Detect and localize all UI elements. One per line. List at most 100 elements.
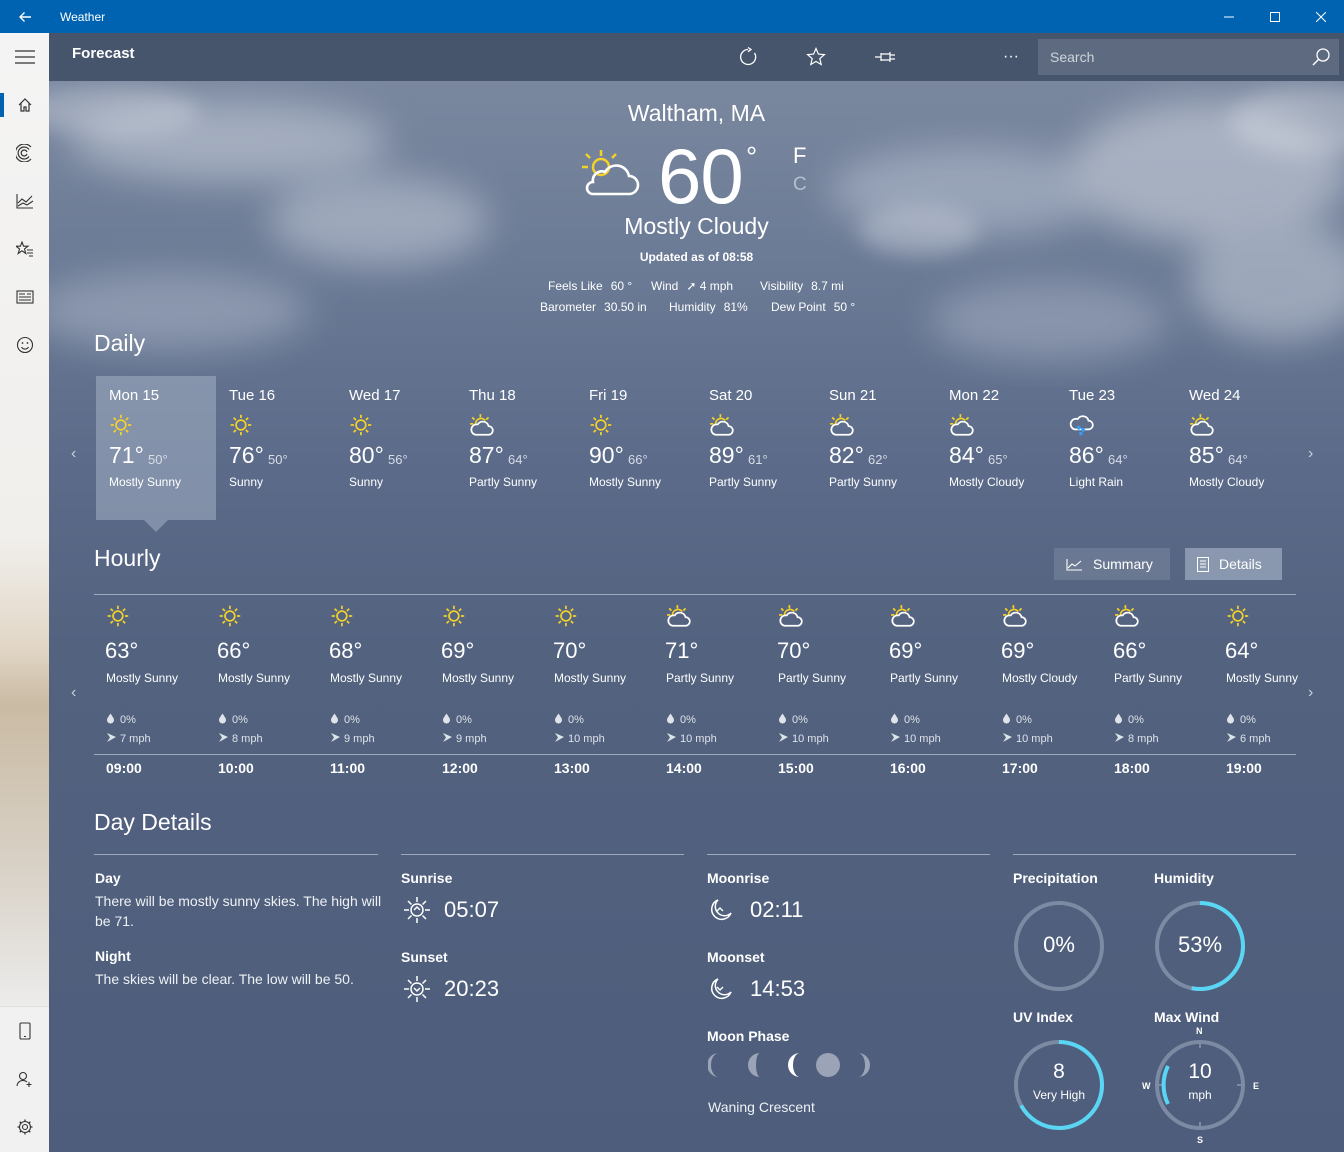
wind-arrow-icon (107, 733, 116, 742)
hour-wind: 8 mph (1128, 733, 1159, 745)
pin-button[interactable] (871, 43, 899, 71)
day-label: Day (95, 870, 121, 886)
humidity-label: Humidity (669, 300, 716, 314)
hamburger-button[interactable] (0, 33, 49, 81)
sunny-icon (219, 605, 241, 627)
raindrop-icon (555, 713, 562, 724)
news-icon (15, 290, 34, 304)
daily-card[interactable]: Mon 22 84° 65° Mostly Cloudy (936, 376, 1056, 520)
moon-phase-value: Waning Crescent (708, 1099, 815, 1115)
hour-time: 09:00 (106, 760, 142, 776)
daily-next-button[interactable]: › (1308, 445, 1313, 463)
nav-forecast[interactable] (0, 81, 49, 129)
day-details-title: Day Details (94, 809, 212, 835)
hour-temp: 70° (777, 638, 811, 663)
hour-temp: 70° (553, 638, 587, 663)
unit-fahrenheit[interactable]: F (793, 143, 806, 169)
day-low: 66° (628, 452, 648, 467)
hour-precipitation: 0% (232, 714, 248, 726)
daily-card[interactable]: Tue 23 86° 64° Light Rain (1056, 376, 1176, 520)
nav-phone[interactable] (0, 1007, 49, 1055)
daily-prev-button[interactable]: ‹ (71, 445, 76, 463)
unit-celsius[interactable]: C (793, 174, 807, 196)
main-content: Forecast ··· Search Waltham, MA 60 ° F C… (49, 33, 1344, 1152)
day-low: 64° (1108, 452, 1128, 467)
daily-card[interactable]: Fri 19 90° 66° Mostly Sunny (576, 376, 696, 520)
hourly-prev-button[interactable]: ‹ (71, 684, 76, 702)
day-low: 61° (748, 452, 768, 467)
daily-card[interactable]: Wed 24 85° 64° Mostly Cloudy (1176, 376, 1296, 520)
search-input[interactable]: Search (1050, 49, 1303, 65)
hour-temp: 66° (1113, 638, 1147, 663)
hour-temp: 68° (329, 638, 363, 663)
max-wind-unit: mph (1188, 1088, 1212, 1102)
visibility-value: 8.7 mi (811, 279, 844, 293)
close-button[interactable] (1298, 0, 1344, 33)
hour-condition: Partly Sunny (1114, 671, 1183, 685)
hour-temp: 64° (1225, 638, 1259, 663)
nav-maps[interactable] (0, 129, 49, 177)
daily-card[interactable]: Mon 15 71° 50° Mostly Sunny (96, 376, 216, 532)
summary-button[interactable]: Summary (1054, 548, 1170, 580)
raindrop-icon (891, 713, 898, 724)
hourly-top-divider (94, 594, 1296, 595)
day-condition: Mostly Cloudy (1189, 475, 1265, 489)
raindrop-icon (1115, 713, 1122, 724)
wind-arrow-icon (331, 733, 340, 742)
night-description: The skies will be clear. The low will be… (95, 971, 354, 987)
degree-symbol: ° (746, 141, 758, 172)
daily-card[interactable]: Tue 16 76° 50° Sunny (216, 376, 336, 520)
daily-card[interactable]: Sun 21 82° 62° Partly Sunny (816, 376, 936, 520)
close-icon (1316, 11, 1326, 22)
add-account-icon (15, 1071, 31, 1087)
back-button[interactable] (0, 0, 49, 33)
nav-places[interactable] (0, 225, 49, 273)
back-arrow-icon (18, 11, 31, 22)
day-name: Sun 21 (829, 387, 877, 404)
more-icon: ··· (1003, 48, 1019, 65)
minimize-button[interactable] (1206, 0, 1252, 33)
theme-button[interactable] (939, 43, 967, 71)
humidity-detail-value: 53% (1177, 932, 1223, 957)
maximize-button[interactable] (1252, 0, 1298, 33)
search-box[interactable]: Search (1038, 39, 1339, 75)
hour-temp: 69° (889, 638, 923, 663)
precipitation-value: 0% (1043, 932, 1075, 957)
sunny-icon (555, 605, 577, 627)
hour-wind: 10 mph (904, 733, 941, 745)
daily-card[interactable]: Wed 17 80° 56° Sunny (336, 376, 456, 520)
humidity: Humidity 81% (669, 300, 748, 314)
moonset-icon (711, 978, 732, 999)
hour-temp: 63° (105, 638, 139, 663)
hour-condition: Mostly Sunny (442, 671, 515, 685)
hour-time: 16:00 (890, 760, 926, 776)
hour-wind: 10 mph (1016, 733, 1053, 745)
details-label: Details (1219, 556, 1262, 572)
wind-arrow-icon (1115, 733, 1124, 742)
day-condition: Partly Sunny (829, 475, 898, 489)
refresh-button[interactable] (734, 43, 762, 71)
details-button[interactable]: Details (1185, 548, 1282, 580)
hamburger-icon (14, 50, 35, 64)
daily-card[interactable]: Thu 18 87° 64° Partly Sunny (456, 376, 576, 520)
nav-account[interactable] (0, 1055, 49, 1103)
nav-historical[interactable] (0, 177, 49, 225)
chart-line-icon (1066, 558, 1082, 571)
more-button[interactable]: ··· (997, 43, 1025, 71)
raindrop-icon (1003, 713, 1010, 724)
favorite-button[interactable] (802, 43, 830, 71)
sunny-icon (110, 414, 132, 436)
nav-feedback[interactable] (0, 321, 49, 369)
day-high: 86° (1069, 442, 1104, 468)
sunny-icon (230, 414, 252, 436)
search-button[interactable] (1303, 39, 1339, 75)
nav-settings[interactable] (0, 1103, 49, 1151)
daily-card[interactable]: Sat 20 89° 61° Partly Sunny (696, 376, 816, 520)
details-icon (1197, 556, 1209, 572)
hour-precipitation: 0% (904, 714, 920, 726)
raindrop-icon (779, 713, 786, 724)
sunset-icon (404, 976, 430, 1002)
day-high: 80° (349, 442, 384, 468)
day-condition: Sunny (349, 475, 384, 489)
nav-news[interactable] (0, 273, 49, 321)
